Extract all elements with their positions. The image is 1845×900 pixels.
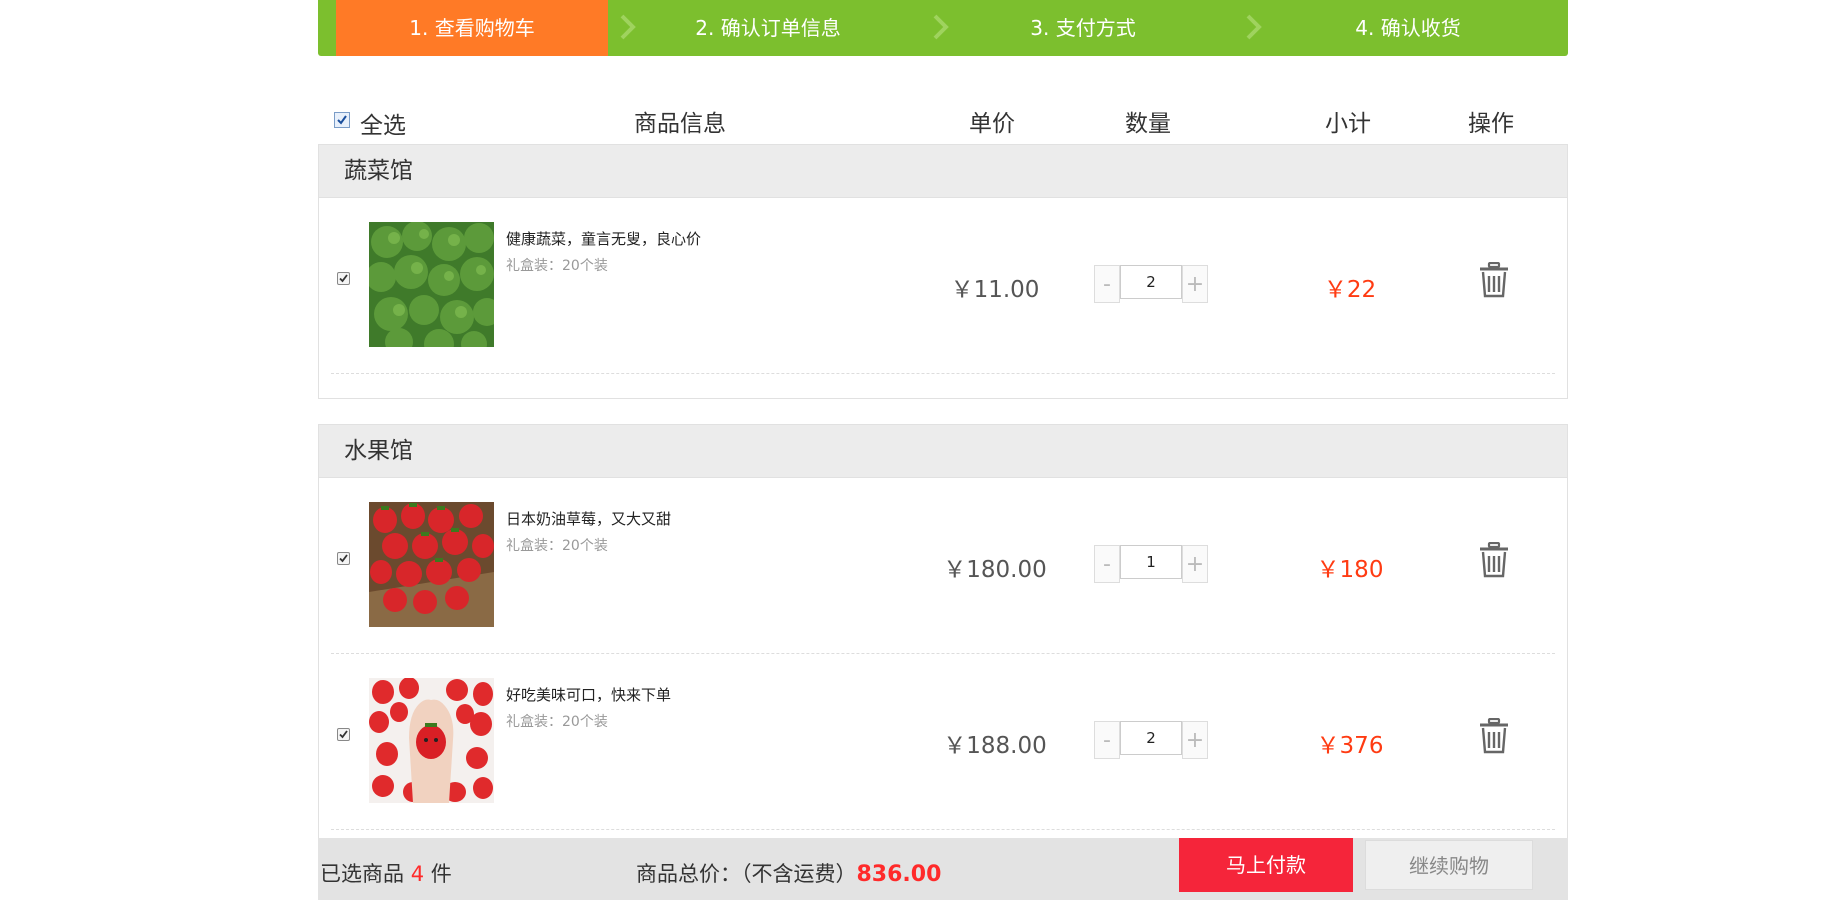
qty-input[interactable]: 1 (1120, 545, 1182, 579)
item-divider (331, 373, 1555, 374)
item-unit-price: ￥180.00 (943, 557, 1047, 583)
step-payment-method: 3. 支付方式 (1030, 16, 1136, 40)
col-subtotal: 小计 (1325, 111, 1371, 137)
cart-item: 好吃美味可口，快来下单 礼盒装：20个装 ￥188.00 - 2 + ￥376 (319, 654, 1567, 830)
item-spec: 礼盒装：20个装 (506, 258, 608, 274)
item-spec: 礼盒装：20个装 (506, 538, 608, 554)
cart-item: 健康蔬菜，童言无叟，良心价 礼盒装：20个装 ￥11.00 - 2 + ￥22 (319, 198, 1567, 374)
selected-count: 4 (410, 862, 425, 886)
total-price-text: 商品总价：（不含运费）836.00 (636, 858, 941, 888)
qty-input[interactable]: 2 (1120, 721, 1182, 755)
cart-summary-bar: 已选商品 4 件 商品总价：（不含运费）836.00 马上付款 继续购物 (318, 838, 1568, 900)
item-spec: 礼盒装：20个装 (506, 714, 608, 730)
selected-count-text: 已选商品 4 件 (320, 858, 452, 888)
item-checkbox[interactable] (337, 728, 350, 741)
total-value: 836.00 (856, 862, 942, 887)
select-all-checkbox[interactable] (334, 112, 350, 128)
quantity-stepper: - 1 + (1094, 545, 1210, 583)
item-unit-price: ￥11.00 (950, 277, 1040, 303)
strawberry-hand-image[interactable] (369, 678, 494, 803)
broccoli-image[interactable] (369, 222, 494, 347)
trash-icon[interactable] (1477, 261, 1511, 298)
trash-icon[interactable] (1477, 717, 1511, 754)
qty-plus-button[interactable]: + (1182, 545, 1208, 583)
trash-icon[interactable] (1477, 541, 1511, 578)
col-unit-price: 单价 (969, 111, 1015, 137)
qty-minus-button[interactable]: - (1094, 545, 1120, 583)
total-label: 商品总价：（不含运费） (636, 862, 857, 886)
shop-block-vegetables: 蔬菜馆 健康蔬菜，童言无叟，良心价 礼盒装：20个装 ￥11.00 - 2 + … (318, 144, 1568, 399)
quantity-stepper: - 2 + (1094, 265, 1210, 303)
strawberry-crate-image[interactable] (369, 502, 494, 627)
quantity-stepper: - 2 + (1094, 721, 1210, 759)
qty-plus-button[interactable]: + (1182, 721, 1208, 759)
pay-now-button[interactable]: 马上付款 (1179, 838, 1353, 892)
item-title[interactable]: 健康蔬菜，童言无叟，良心价 (506, 228, 701, 249)
item-subtotal: ￥22 (1323, 277, 1377, 303)
qty-minus-button[interactable]: - (1094, 721, 1120, 759)
selected-suffix: 件 (430, 862, 452, 886)
shop-block-fruits: 水果馆 日本奶油草莓，又大又甜 礼盒装：20个装 ￥180.00 - 1 + ￥… (318, 424, 1568, 844)
selected-prefix: 已选商品 (320, 862, 404, 886)
col-product-info: 商品信息 (634, 111, 726, 137)
col-quantity: 数量 (1125, 111, 1171, 137)
step-confirm-order: 2. 确认订单信息 (695, 16, 841, 40)
item-subtotal: ￥376 (1316, 733, 1384, 759)
qty-input[interactable]: 2 (1120, 265, 1182, 299)
item-title[interactable]: 日本奶油草莓，又大又甜 (506, 508, 671, 529)
checkout-steps-bar: 1. 查看购物车 2. 确认订单信息 3. 支付方式 4. 确认收货 (318, 0, 1568, 56)
cart-header-row: 全选 商品信息 单价 数量 小计 操作 (318, 100, 1568, 140)
qty-plus-button[interactable]: + (1182, 265, 1208, 303)
step-view-cart: 1. 查看购物车 (336, 0, 608, 56)
shop-name: 蔬菜馆 (319, 145, 1567, 198)
item-checkbox[interactable] (337, 552, 350, 565)
item-divider (331, 829, 1555, 830)
item-unit-price: ￥188.00 (943, 733, 1047, 759)
qty-minus-button[interactable]: - (1094, 265, 1120, 303)
item-title[interactable]: 好吃美味可口，快来下单 (506, 684, 671, 705)
cart-item: 日本奶油草莓，又大又甜 礼盒装：20个装 ￥180.00 - 1 + ￥180 (319, 478, 1567, 654)
item-checkbox[interactable] (337, 272, 350, 285)
shop-name: 水果馆 (319, 425, 1567, 478)
col-operation: 操作 (1468, 111, 1514, 137)
item-subtotal: ￥180 (1316, 557, 1384, 583)
step-confirm-receipt: 4. 确认收货 (1355, 16, 1461, 40)
select-all-label[interactable]: 全选 (360, 106, 406, 140)
continue-shopping-button[interactable]: 继续购物 (1365, 840, 1533, 890)
